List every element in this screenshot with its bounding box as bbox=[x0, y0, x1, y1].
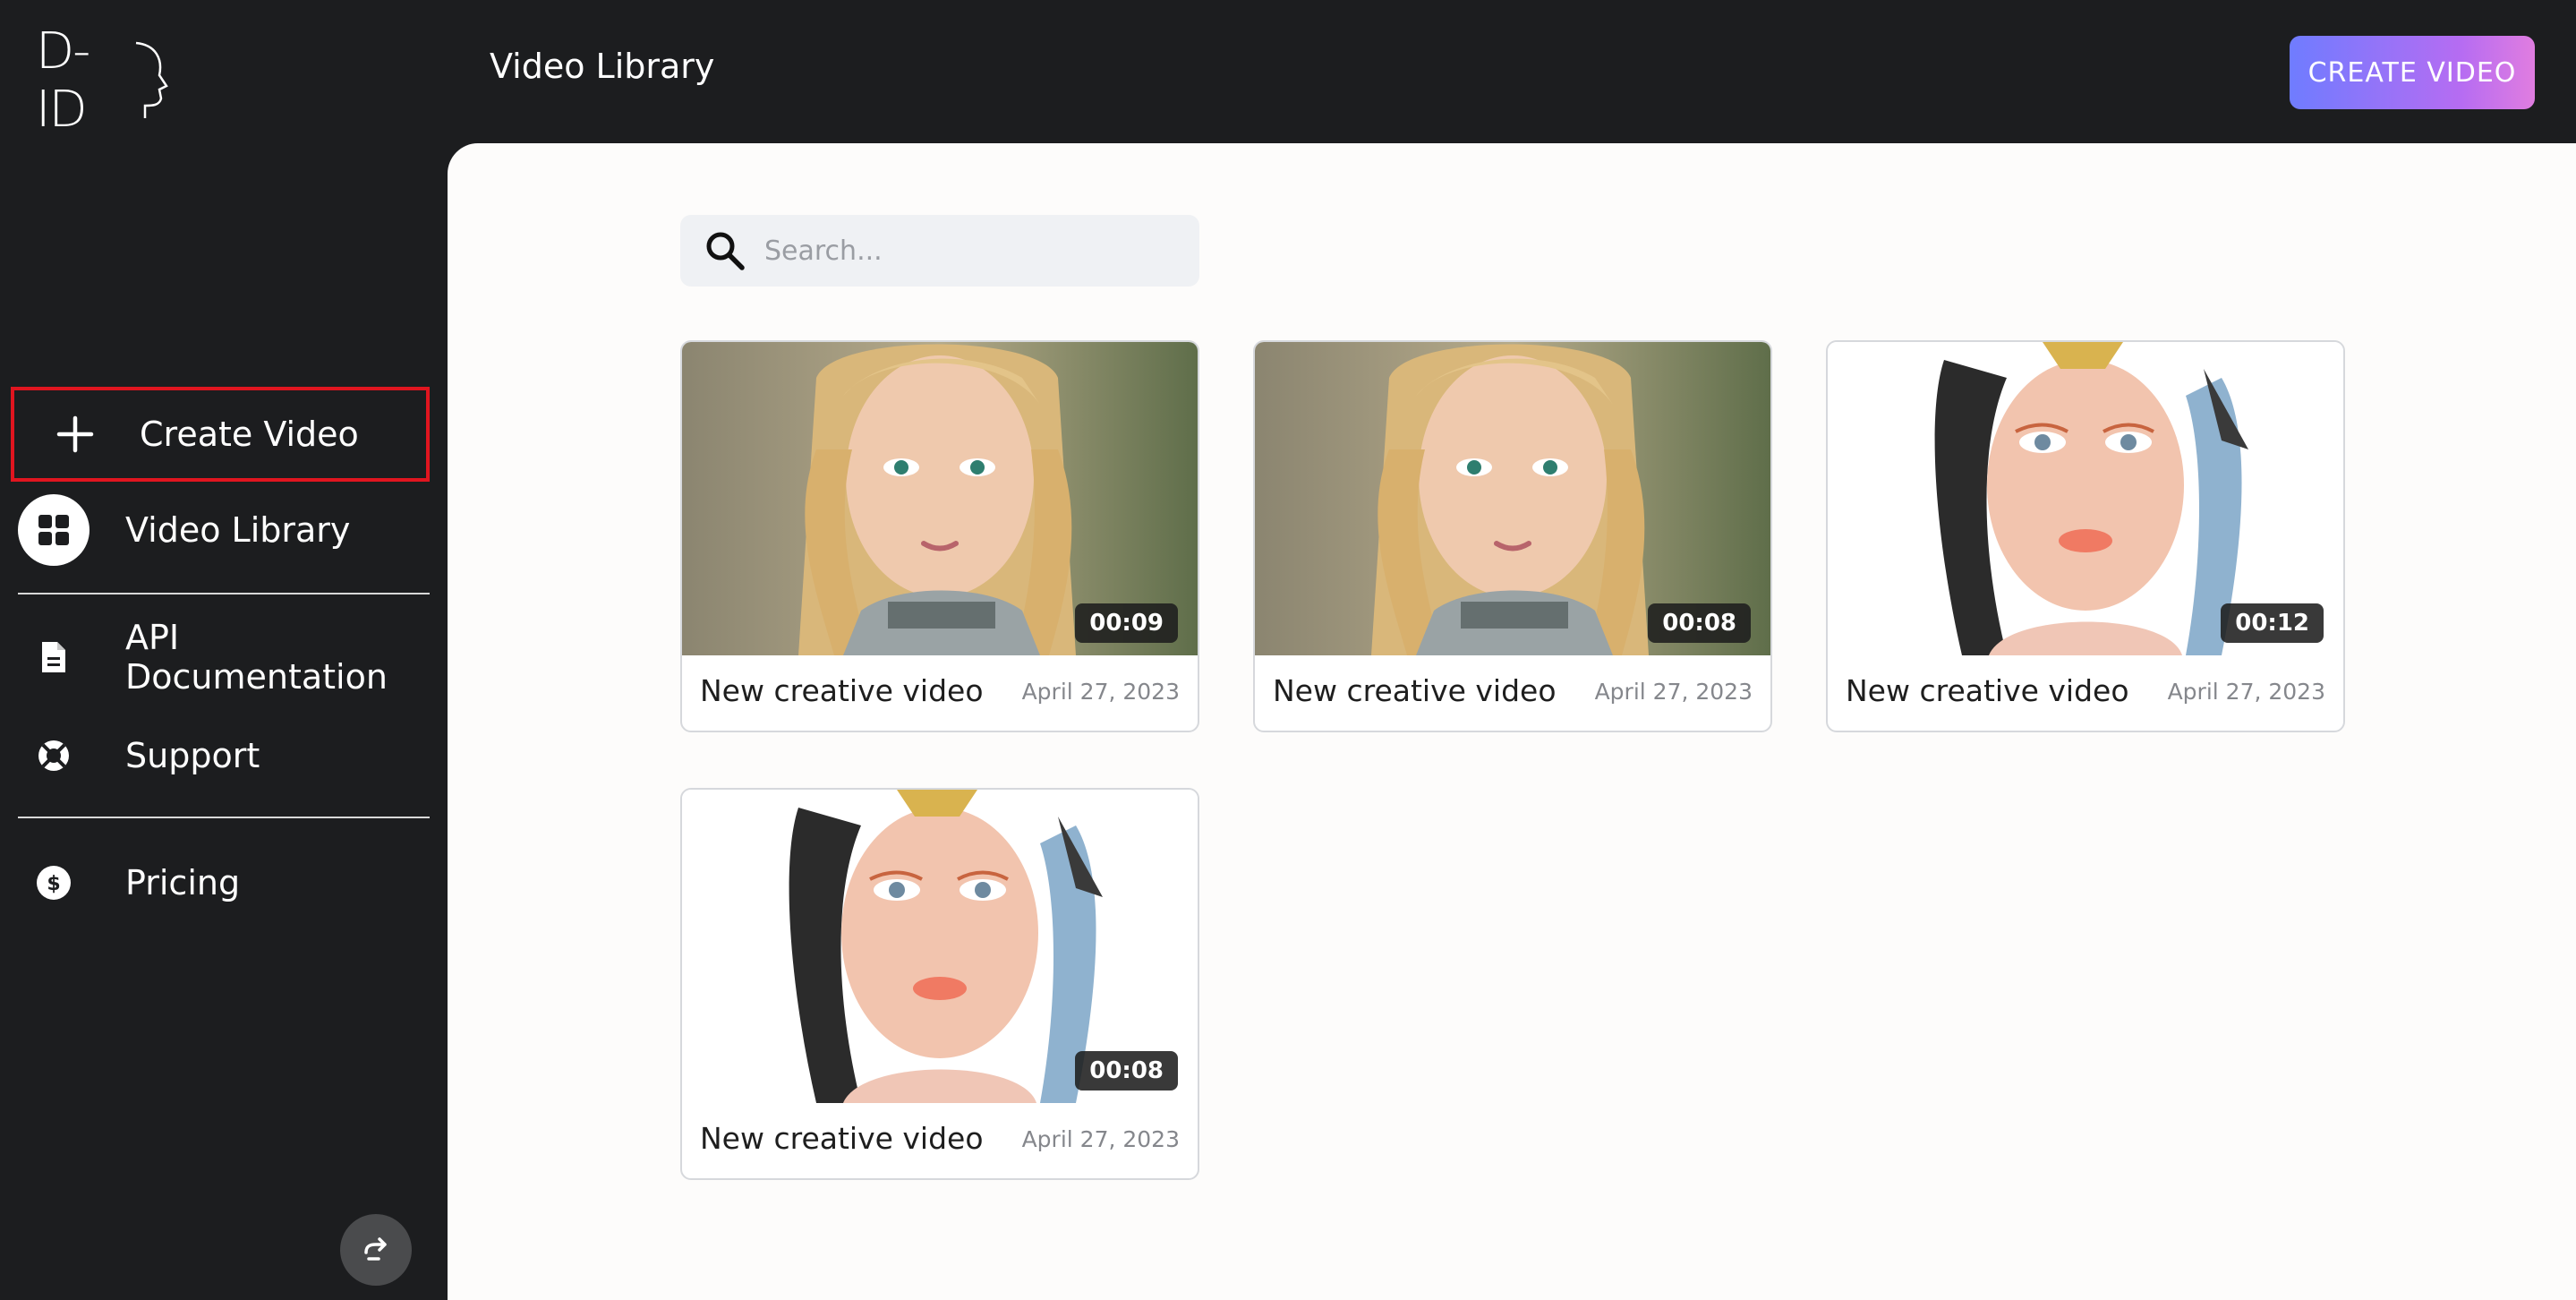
lifebuoy-icon bbox=[18, 720, 90, 791]
redo-arrow-icon bbox=[364, 1237, 387, 1261]
search-bar[interactable] bbox=[680, 215, 1199, 287]
video-duration-badge: 00:12 bbox=[2221, 603, 2324, 643]
video-duration-badge: 00:08 bbox=[1075, 1051, 1178, 1090]
video-title: New creative video bbox=[700, 673, 984, 708]
video-title: New creative video bbox=[1273, 673, 1557, 708]
grid-icon bbox=[18, 494, 90, 566]
sidebar-item-label: Support bbox=[125, 736, 260, 775]
svg-text:$: $ bbox=[47, 873, 60, 895]
document-icon bbox=[18, 621, 90, 693]
head-silhouette-icon bbox=[135, 41, 168, 118]
video-date: April 27, 2023 bbox=[1021, 679, 1180, 705]
video-card[interactable]: 00:09 New creative video April 27, 2023 bbox=[680, 340, 1199, 732]
sidebar-item-label: Video Library bbox=[125, 510, 351, 550]
sidebar-item-label: Pricing bbox=[125, 863, 241, 902]
sidebar-item-label: API Documentation bbox=[125, 618, 388, 697]
create-video-button[interactable]: CREATE VIDEO bbox=[2290, 36, 2535, 109]
page-title: Video Library bbox=[490, 47, 715, 86]
video-card[interactable]: 00:12 New creative video April 27, 2023 bbox=[1826, 340, 2345, 732]
video-date: April 27, 2023 bbox=[2167, 679, 2325, 705]
sidebar-item-api-documentation[interactable]: API Documentation bbox=[18, 614, 430, 700]
video-card[interactable]: 00:08 New creative video April 27, 2023 bbox=[680, 788, 1199, 1180]
dollar-icon: $ bbox=[18, 847, 90, 919]
video-duration-badge: 00:08 bbox=[1648, 603, 1751, 643]
sidebar-item-create-video[interactable]: Create Video bbox=[11, 387, 430, 482]
search-input[interactable] bbox=[764, 235, 1176, 267]
search-icon bbox=[706, 232, 745, 270]
sidebar-item-video-library[interactable]: Video Library bbox=[18, 487, 430, 573]
sidebar: D-ID Create Video Video Library API Docu… bbox=[0, 0, 448, 1300]
collapse-sidebar-button[interactable] bbox=[340, 1214, 412, 1286]
sidebar-divider bbox=[18, 593, 430, 594]
sidebar-divider bbox=[18, 817, 430, 818]
sidebar-item-pricing[interactable]: $ Pricing bbox=[18, 840, 430, 926]
d-id-logo[interactable]: D-ID bbox=[36, 22, 168, 139]
video-date: April 27, 2023 bbox=[1021, 1126, 1180, 1152]
sidebar-item-label: Create Video bbox=[140, 415, 359, 454]
video-title: New creative video bbox=[700, 1121, 984, 1156]
video-card[interactable]: 00:08 New creative video April 27, 2023 bbox=[1253, 340, 1772, 732]
sidebar-item-support[interactable]: Support bbox=[18, 713, 430, 799]
video-duration-badge: 00:09 bbox=[1075, 603, 1178, 643]
main-content: 00:09 New creative video April 27, 2023 bbox=[448, 143, 2576, 1300]
plus-icon bbox=[39, 398, 111, 470]
video-date: April 27, 2023 bbox=[1594, 679, 1753, 705]
video-title: New creative video bbox=[1846, 673, 2129, 708]
